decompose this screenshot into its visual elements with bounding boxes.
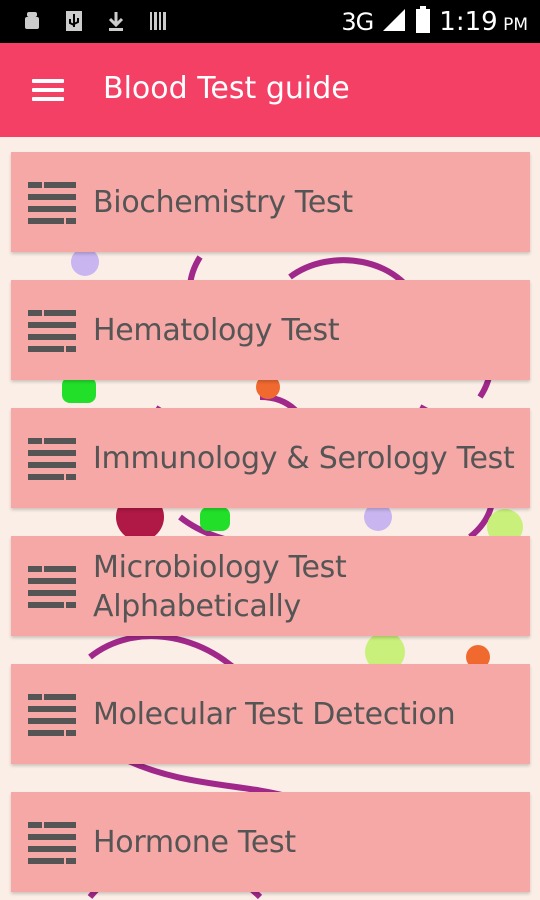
app-title: Blood Test guide — [103, 71, 350, 106]
menu-item-biochemistry[interactable]: Biochemistry Test — [11, 152, 530, 252]
menu-item-label: Molecular Test Detection — [93, 697, 456, 732]
list-icon — [28, 438, 76, 480]
app-bar: Blood Test guide — [0, 43, 540, 137]
list-icon — [28, 694, 76, 736]
menu-item-label: Hematology Test — [93, 313, 340, 348]
menu-item-label: Biochemistry Test — [93, 185, 353, 220]
battery-icon — [415, 6, 431, 38]
list-icon — [28, 182, 76, 224]
menu-item-molecular[interactable]: Molecular Test Detection — [11, 664, 530, 764]
usb-icon — [64, 10, 84, 32]
list-icon — [28, 566, 76, 608]
menu-item-label: Immunology & Serology Test — [93, 441, 515, 476]
signal-icon — [381, 7, 407, 37]
menu-item-hematology[interactable]: Hematology Test — [11, 280, 530, 380]
barcode-icon — [148, 10, 168, 32]
android-debug-icon — [22, 10, 42, 32]
menu-item-hormone[interactable]: Hormone Test — [11, 792, 530, 892]
download-icon — [106, 10, 126, 32]
network-type: 3G — [341, 8, 374, 36]
menu-item-label: Hormone Test — [93, 825, 296, 860]
clock: 1:19 PM — [439, 7, 528, 37]
menu-item-microbiology[interactable]: Microbiology Test Alphabetically — [11, 536, 530, 636]
menu-list: Biochemistry Test Hematology Test Immuno… — [0, 137, 540, 900]
menu-item-label: Microbiology Test Alphabetically — [93, 550, 347, 624]
menu-item-immunology-serology[interactable]: Immunology & Serology Test — [11, 408, 530, 508]
status-bar: 3G 1:19 PM — [0, 0, 540, 43]
list-icon — [28, 310, 76, 352]
list-icon — [28, 822, 76, 864]
hamburger-menu-icon[interactable] — [32, 77, 66, 103]
